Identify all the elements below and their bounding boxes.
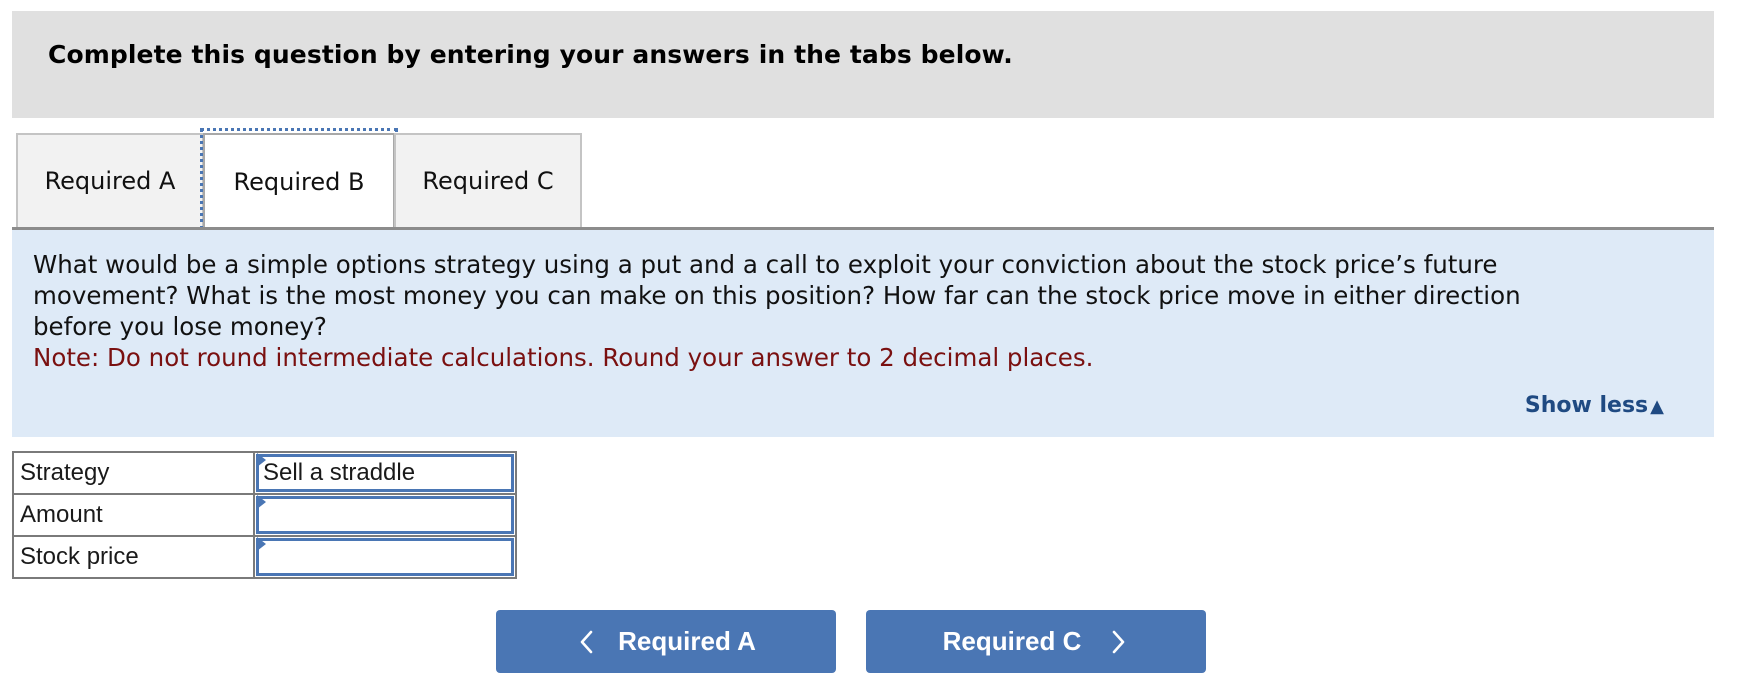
prev-required-a-button[interactable]: Required A — [496, 610, 836, 673]
instructions-header: Complete this question by entering your … — [12, 11, 1714, 118]
stock-price-cell — [253, 535, 517, 579]
answer-table: Strategy Amount Stock price — [12, 451, 517, 579]
tab-required-a[interactable]: Required A — [16, 133, 204, 227]
tab-label: Required C — [422, 167, 554, 195]
tab-required-c[interactable]: Required C — [394, 133, 582, 227]
amount-input[interactable] — [256, 496, 514, 534]
chevron-left-icon — [576, 629, 598, 655]
next-required-c-button[interactable]: Required C — [866, 610, 1206, 673]
table-row: Stock price — [12, 535, 517, 579]
amount-cell — [253, 493, 517, 537]
show-less-link[interactable]: Show less ▲ — [1525, 393, 1664, 418]
strategy-cell — [253, 451, 517, 495]
question-text: What would be a simple options strategy … — [33, 249, 1521, 373]
stock-price-input[interactable] — [256, 538, 514, 576]
row-label-amount: Amount — [12, 493, 255, 537]
next-button-label: Required C — [942, 626, 1082, 656]
table-row: Amount — [12, 493, 517, 537]
tab-required-b[interactable]: Required B — [200, 128, 398, 230]
strategy-input[interactable] — [256, 454, 514, 492]
row-label-stock-price: Stock price — [12, 535, 255, 579]
row-label-strategy: Strategy — [12, 451, 255, 495]
show-less-label: Show less — [1524, 393, 1649, 418]
question-line: movement? What is the most money you can… — [33, 281, 1521, 310]
tab-label: Required A — [44, 167, 176, 195]
instructions-title: Complete this question by entering your … — [48, 40, 1013, 69]
prev-button-label: Required A — [618, 626, 756, 656]
triangle-up-icon: ▲ — [1650, 396, 1664, 417]
question-panel: What would be a simple options strategy … — [12, 230, 1714, 437]
question-note: Note: Do not round intermediate calculat… — [33, 343, 1094, 372]
question-line: before you lose money? — [33, 312, 327, 341]
chevron-right-icon — [1107, 629, 1129, 655]
table-row: Strategy — [12, 451, 517, 495]
question-line: What would be a simple options strategy … — [33, 250, 1498, 279]
tab-label: Required B — [233, 168, 365, 196]
